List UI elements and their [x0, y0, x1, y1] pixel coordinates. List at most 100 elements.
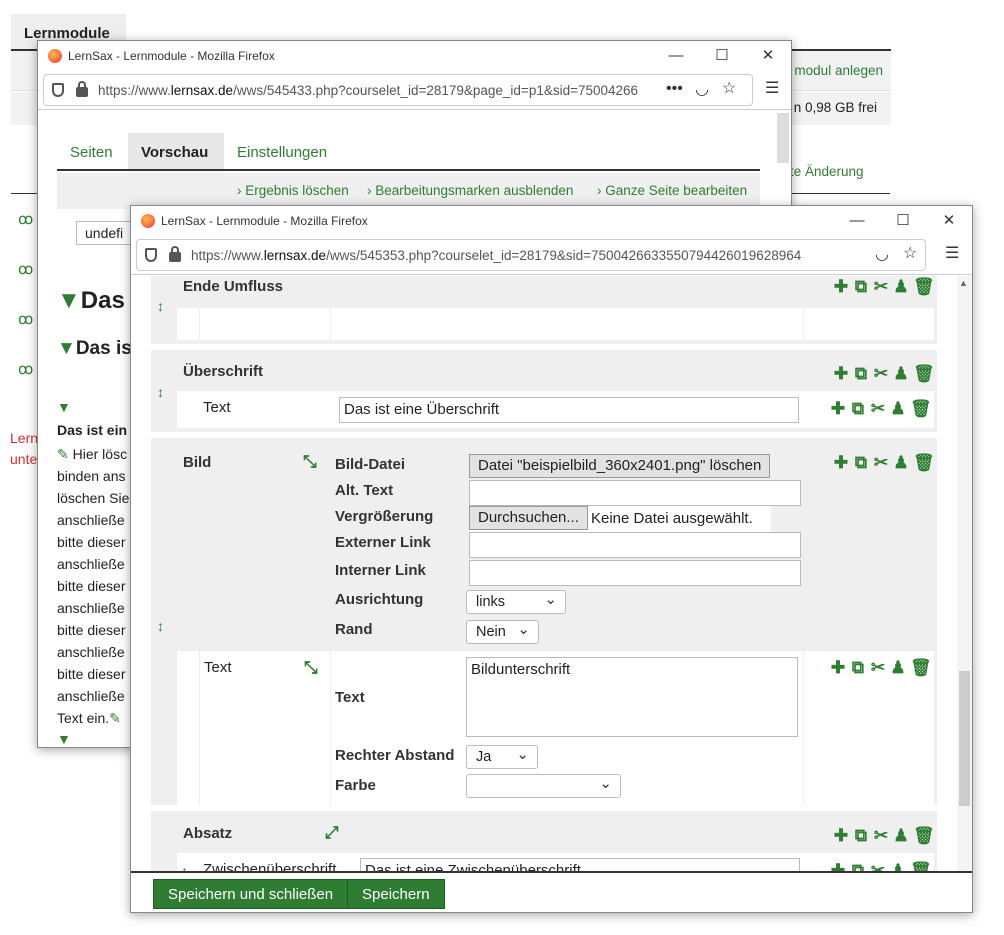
external-link-input[interactable]	[469, 532, 801, 558]
paste-stamp-icon[interactable]: ♟	[893, 454, 909, 472]
expand-icon[interactable]: ⤢	[325, 823, 339, 843]
drag-handle-icon[interactable]: ↕	[157, 618, 164, 634]
paste-stamp-icon[interactable]: ♟	[890, 862, 906, 872]
scrollbar[interactable]	[777, 113, 789, 163]
pencil-icon[interactable]: ✎	[109, 710, 121, 726]
alignment-select[interactable]: links	[466, 590, 566, 614]
add-icon[interactable]: ✚	[830, 862, 846, 872]
delete-file-button[interactable]: Datei "beispielbild_360x2401.png" lösche…	[469, 454, 771, 478]
menu-icon[interactable]: ☰	[765, 78, 779, 98]
scrollbar-thumb[interactable]	[959, 671, 970, 806]
color-select[interactable]	[466, 774, 621, 798]
minimize-button[interactable]: —	[834, 206, 880, 236]
cut-icon[interactable]: ✂	[873, 827, 889, 845]
drag-handle-icon[interactable]: ↕	[157, 298, 164, 314]
preview-line: binden ans	[57, 468, 126, 484]
drag-handle-icon[interactable]: ↕	[157, 384, 164, 400]
delete-icon[interactable]: 🗑	[910, 659, 932, 677]
right-spacing-select[interactable]: Ja	[466, 745, 538, 769]
heading-input[interactable]: Das ist eine Überschrift	[339, 397, 799, 423]
add-icon[interactable]: ✚	[833, 278, 849, 296]
delete-icon[interactable]: 🗑	[913, 278, 935, 296]
maximize-button[interactable]: ☐	[880, 206, 926, 236]
expand-arrow-icon[interactable]: ▼	[57, 399, 71, 415]
delete-icon[interactable]: 🗑	[913, 454, 935, 472]
caption-textarea[interactable]: Bildunterschrift	[466, 657, 798, 737]
glasses-icon[interactable]: ꝏ	[18, 260, 33, 278]
shield-icon[interactable]	[52, 83, 64, 97]
cut-icon[interactable]: ✂	[873, 365, 889, 383]
scroll-up-icon[interactable]: ▲	[959, 278, 968, 288]
delete-icon[interactable]: 🗑	[910, 862, 932, 872]
cut-icon[interactable]: ✂	[873, 454, 889, 472]
cut-icon[interactable]: ✂	[870, 659, 886, 677]
delete-icon[interactable]: 🗑	[910, 400, 932, 418]
glasses-icon[interactable]: ꝏ	[18, 310, 33, 328]
copy-icon[interactable]: ⧉	[853, 827, 869, 845]
last-change-header[interactable]: te Änderung	[790, 164, 864, 179]
tab-seiten[interactable]: Seiten	[70, 144, 113, 161]
add-icon[interactable]: ✚	[833, 827, 849, 845]
cut-icon[interactable]: ✂	[873, 278, 889, 296]
shield-icon[interactable]	[145, 248, 157, 262]
close-button[interactable]: ✕	[745, 41, 791, 71]
subheading-input[interactable]: Das ist eine Zwischenüberschrift	[360, 858, 800, 871]
tab-vorschau[interactable]: Vorschau	[128, 133, 224, 169]
alt-text-input[interactable]	[469, 480, 801, 506]
pocket-icon[interactable]: ◡	[875, 244, 889, 264]
paste-stamp-icon[interactable]: ♟	[890, 659, 906, 677]
paste-stamp-icon[interactable]: ♟	[893, 278, 909, 296]
action-marken-ausblenden[interactable]: › Bearbeitungsmarken ausblenden	[367, 183, 573, 198]
pocket-icon[interactable]: ◡	[695, 79, 709, 99]
tab-einstellungen[interactable]: Einstellungen	[237, 144, 327, 161]
save-and-close-button[interactable]: Speichern und schließen	[153, 879, 349, 909]
expand-arrow-icon[interactable]: ▼	[57, 731, 71, 747]
cut-icon[interactable]: ✂	[870, 400, 886, 418]
glasses-icon[interactable]: ꝏ	[18, 210, 33, 228]
copy-icon[interactable]: ⧉	[853, 278, 869, 296]
paste-stamp-icon[interactable]: ♟	[893, 827, 909, 845]
maximize-button[interactable]: ☐	[699, 41, 745, 71]
paste-stamp-icon[interactable]: ♟	[893, 365, 909, 383]
lock-icon[interactable]	[76, 81, 88, 97]
action-ergebnis-loeschen[interactable]: › Ergebnis löschen	[237, 183, 349, 198]
menu-icon[interactable]: ☰	[945, 243, 959, 263]
file-input[interactable]: Durchsuchen... Keine Datei ausgewählt.	[469, 506, 771, 532]
close-button[interactable]: ✕	[926, 206, 972, 236]
create-module-link[interactable]: modul anlegen	[794, 63, 883, 78]
delete-icon[interactable]: 🗑	[913, 365, 935, 383]
url-bar[interactable]: https://www.lernsax.de/wws/545353.php?co…	[136, 239, 926, 271]
collapse-icon[interactable]: ⤡	[304, 658, 318, 678]
copy-icon[interactable]: ⧉	[850, 862, 866, 872]
copy-icon[interactable]: ⧉	[853, 365, 869, 383]
border-select[interactable]: Nein	[466, 620, 539, 644]
copy-icon[interactable]: ⧉	[850, 400, 866, 418]
internal-link-input[interactable]	[469, 560, 801, 586]
bookmark-star-icon[interactable]: ☆	[903, 243, 917, 263]
add-icon[interactable]: ✚	[830, 400, 846, 418]
scrollbar[interactable]: ▲	[957, 276, 972, 871]
paste-stamp-icon[interactable]: ♟	[890, 400, 906, 418]
copy-icon[interactable]: ⧉	[850, 659, 866, 677]
collapse-icon[interactable]: ⤡	[303, 452, 317, 472]
delete-icon[interactable]: 🗑	[913, 827, 935, 845]
preview-select[interactable]: undefi	[76, 221, 136, 245]
add-icon[interactable]: ✚	[833, 365, 849, 383]
bookmark-star-icon[interactable]: ☆	[722, 78, 736, 98]
copy-icon[interactable]: ⧉	[853, 454, 869, 472]
save-button[interactable]: Speichern	[347, 879, 445, 909]
cut-icon[interactable]: ✂	[870, 862, 886, 872]
lock-icon[interactable]	[169, 246, 181, 262]
url-bar[interactable]: https://www. lernsax.de/wws/545433.php?co…	[43, 74, 753, 106]
glasses-icon[interactable]: ꝏ	[18, 360, 33, 378]
more-icon[interactable]: •••	[666, 80, 683, 98]
pencil-icon[interactable]: ✎	[57, 446, 69, 462]
add-icon[interactable]: ✚	[833, 454, 849, 472]
field-label: Rand	[335, 621, 373, 638]
action-seite-bearbeiten[interactable]: › Ganze Seite bearbeiten	[597, 183, 747, 198]
minimize-button[interactable]: —	[653, 41, 699, 71]
browse-button[interactable]: Durchsuchen...	[469, 506, 588, 530]
add-icon[interactable]: ✚	[830, 659, 846, 677]
drag-handle-icon[interactable]: ↕	[181, 863, 188, 871]
block-actions: ✚ ⧉ ✂ ♟ 🗑	[829, 278, 935, 296]
